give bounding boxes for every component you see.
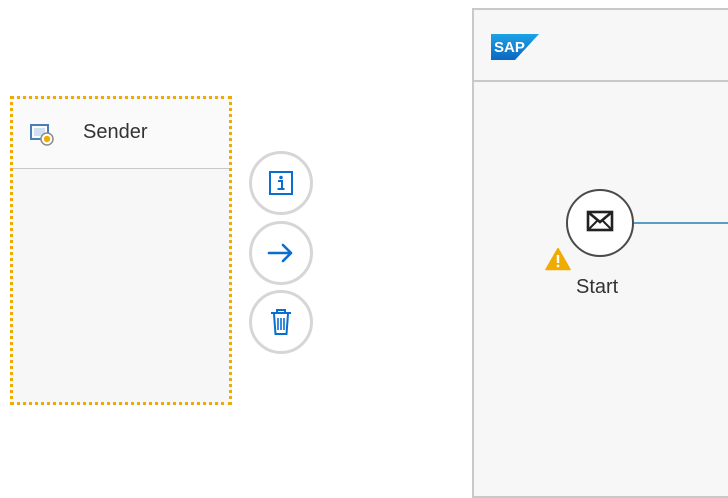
trash-icon xyxy=(268,307,294,337)
sender-header: Sender xyxy=(13,99,229,169)
start-event[interactable] xyxy=(566,189,634,257)
envelope-icon xyxy=(585,209,615,238)
sender-label: Sender xyxy=(83,121,148,143)
warning-icon xyxy=(545,247,571,271)
start-event-label: Start xyxy=(576,276,619,298)
pool-header: SAP xyxy=(474,10,728,82)
arrow-right-icon xyxy=(266,240,296,266)
info-icon xyxy=(267,169,295,197)
message-flow-line[interactable] xyxy=(634,222,728,224)
sender-system-icon xyxy=(29,123,55,147)
svg-text:SAP: SAP xyxy=(494,39,525,56)
delete-button[interactable] xyxy=(249,290,313,354)
connect-button[interactable] xyxy=(249,221,313,285)
sender-participant[interactable]: Sender xyxy=(10,96,232,405)
sap-logo: SAP xyxy=(491,34,539,60)
info-button[interactable] xyxy=(249,151,313,215)
